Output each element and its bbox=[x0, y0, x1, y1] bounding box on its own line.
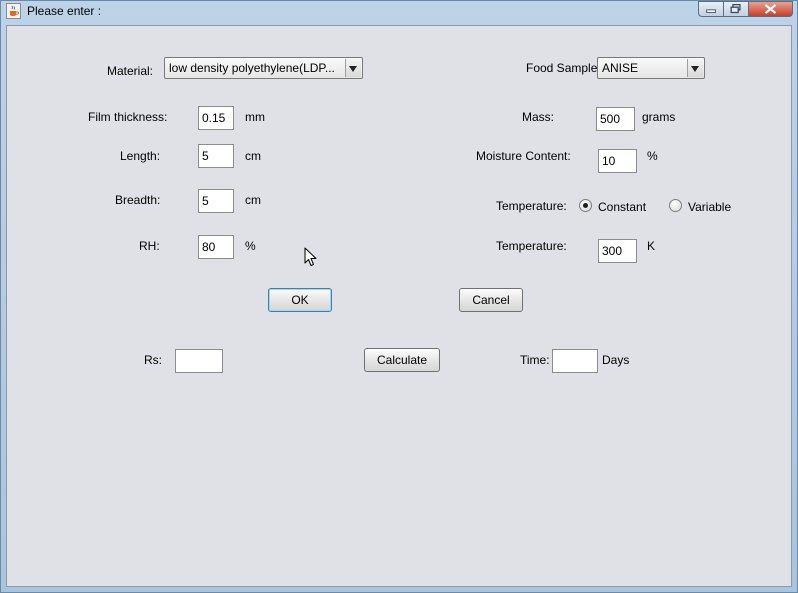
film-thickness-label: Film thickness: bbox=[88, 110, 168, 124]
window-title: Please enter : bbox=[27, 4, 102, 18]
rh-label: RH: bbox=[139, 239, 160, 253]
temperature-unit: K bbox=[647, 239, 656, 253]
time-label: Time: bbox=[520, 353, 550, 367]
moisture-content-label: Moisture Content: bbox=[476, 149, 571, 163]
constant-radio[interactable] bbox=[579, 199, 592, 212]
food-sample-dropdown[interactable]: ANISE bbox=[597, 57, 705, 79]
close-button[interactable] bbox=[749, 1, 793, 17]
minimize-button[interactable] bbox=[698, 1, 724, 17]
ok-button[interactable]: OK bbox=[268, 288, 332, 312]
material-dropdown[interactable]: low density polyethylene(LDP... bbox=[164, 57, 363, 79]
film-thickness-input[interactable]: 0.15 bbox=[198, 106, 234, 130]
constant-radio-label[interactable]: Constant bbox=[598, 200, 646, 214]
minimize-icon bbox=[706, 9, 716, 13]
mouse-pointer-icon bbox=[304, 247, 317, 266]
title-bar[interactable]: Please enter : bbox=[1, 1, 797, 23]
mass-input[interactable]: 500 bbox=[596, 107, 635, 131]
variable-radio-label[interactable]: Variable bbox=[688, 200, 731, 214]
breadth-input[interactable]: 5 bbox=[198, 189, 234, 213]
food-sample-label: Food Sample: bbox=[526, 61, 601, 75]
time-unit: Days bbox=[602, 353, 630, 367]
temperature-label: Temperature: bbox=[496, 239, 567, 253]
length-input[interactable]: 5 bbox=[198, 144, 234, 168]
chevron-down-icon[interactable] bbox=[687, 59, 703, 77]
film-thickness-unit: mm bbox=[245, 110, 265, 124]
rh-unit: % bbox=[245, 239, 256, 253]
maximize-button[interactable] bbox=[724, 1, 749, 17]
form-panel: Material: low density polyethylene(LDP..… bbox=[6, 25, 792, 587]
material-selected-value: low density polyethylene(LDP... bbox=[169, 61, 335, 75]
material-label: Material: bbox=[107, 64, 154, 78]
moisture-content-unit: % bbox=[647, 149, 658, 163]
breadth-label: Breadth: bbox=[115, 193, 161, 207]
mass-unit: grams bbox=[642, 110, 676, 124]
breadth-unit: cm bbox=[245, 193, 261, 207]
restore-icon bbox=[730, 3, 741, 14]
close-icon bbox=[765, 4, 776, 14]
dialog-window: Please enter : Material: low density pol… bbox=[0, 0, 798, 593]
moisture-content-input[interactable]: 10 bbox=[598, 149, 637, 173]
temperature-mode-label: Temperature: bbox=[496, 199, 567, 213]
food-sample-selected-value: ANISE bbox=[602, 61, 639, 75]
length-label: Length: bbox=[120, 149, 161, 163]
temperature-input[interactable]: 300 bbox=[598, 239, 637, 263]
length-unit: cm bbox=[245, 149, 261, 163]
rs-output[interactable] bbox=[175, 349, 223, 373]
variable-radio[interactable] bbox=[669, 199, 682, 212]
cancel-button[interactable]: Cancel bbox=[459, 288, 523, 312]
java-coffee-cup-icon bbox=[6, 3, 21, 19]
calculate-button[interactable]: Calculate bbox=[364, 348, 440, 372]
chevron-down-icon[interactable] bbox=[345, 59, 361, 77]
rs-label: Rs: bbox=[144, 353, 162, 367]
time-output[interactable] bbox=[552, 349, 598, 373]
mass-label: Mass: bbox=[522, 110, 555, 124]
rh-input[interactable]: 80 bbox=[198, 235, 234, 259]
